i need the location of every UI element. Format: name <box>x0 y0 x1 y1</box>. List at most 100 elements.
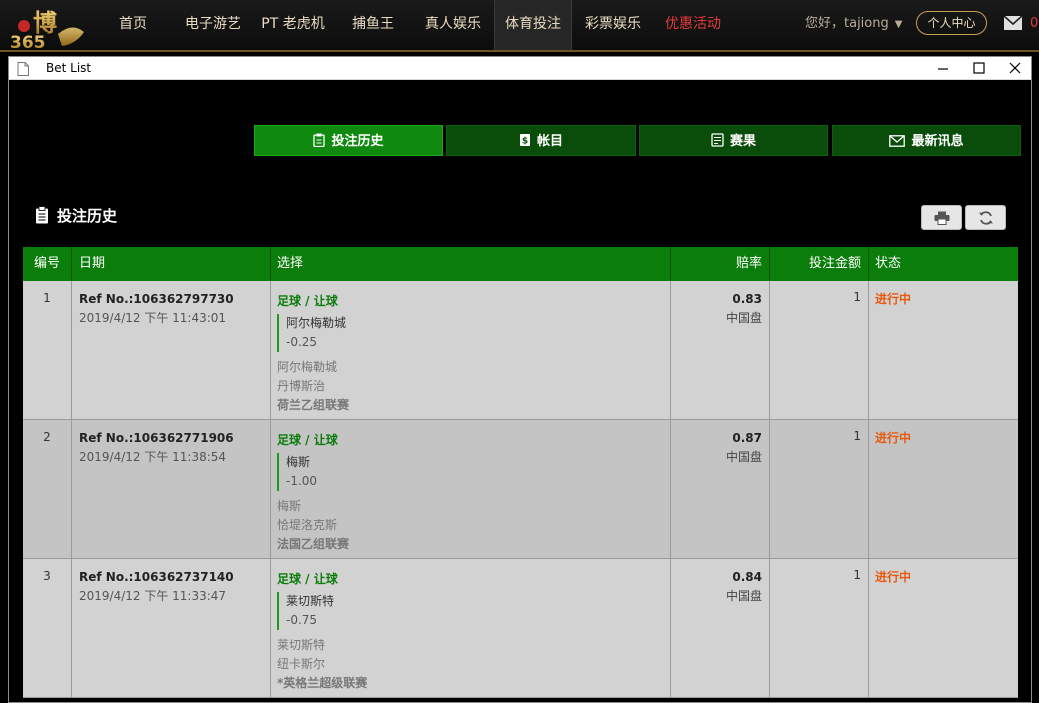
sport-type: 足球 / 让球 <box>277 433 338 447</box>
results-icon <box>711 133 724 147</box>
nav-egames[interactable]: 电子游艺 <box>180 0 246 50</box>
status-badge: 进行中 <box>875 570 912 584</box>
clipboard-icon <box>313 133 326 148</box>
logo-icon[interactable]: 博 365 <box>6 4 88 50</box>
user-greeting[interactable]: 您好，tajiong ▼ <box>805 0 902 50</box>
odds-market: 中国盘 <box>725 311 762 325</box>
bet-amount: 1 <box>770 559 869 698</box>
odds-cell: 0.87 中国盘 <box>671 420 770 559</box>
odds-value: 0.83 <box>732 292 762 306</box>
mail-count: 0 <box>1030 16 1039 31</box>
pick-team: 梅斯 <box>286 455 311 469</box>
league-name: 法国乙组联赛 <box>277 537 350 551</box>
tab-results[interactable]: 赛果 <box>639 125 828 156</box>
bet-number: 2 <box>23 420 72 559</box>
table-row: 1 Ref No.:106362797730 2019/4/12 下午 11:4… <box>23 281 1018 420</box>
pick-block: 阿尔梅勒城 -0.25 <box>277 314 670 352</box>
home-team: 阿尔梅勒城 <box>277 360 338 374</box>
status-badge: 进行中 <box>875 292 912 306</box>
print-icon <box>934 211 950 225</box>
nav-promotions[interactable]: 优惠活动 <box>658 0 728 50</box>
status-cell: 进行中 <box>869 559 1018 698</box>
pick-block: 莱切斯特 -0.75 <box>277 592 670 630</box>
league-name: *英格兰超级联赛 <box>277 676 368 690</box>
window-titlebar[interactable]: Bet List <box>9 57 1031 80</box>
status-badge: 进行中 <box>875 431 912 445</box>
handicap: -0.75 <box>286 613 318 627</box>
home-team: 莱切斯特 <box>277 638 326 652</box>
nav-pt-slots[interactable]: PT 老虎机 <box>255 0 331 50</box>
col-status: 状态 <box>875 256 902 271</box>
sport-type: 足球 / 让球 <box>277 572 338 586</box>
bet-list-window: Bet List 投注历史 $ 帐目 赛果 最新讯息 投注历史 编号 日期 选择… <box>8 56 1032 703</box>
odds-market: 中国盘 <box>725 450 762 464</box>
greeting-text: 您好，tajiong <box>805 16 889 31</box>
selection-cell: 足球 / 让球 阿尔梅勒城 -0.25 阿尔梅勒城 丹博斯治 荷兰乙组联赛 <box>271 281 671 420</box>
tab-label: 投注历史 <box>331 134 384 149</box>
col-number: 编号 <box>23 247 72 281</box>
sport-type: 足球 / 让球 <box>277 294 338 308</box>
status-cell: 进行中 <box>869 420 1018 559</box>
bet-number: 1 <box>23 281 72 420</box>
table-row: 3 Ref No.:106362737140 2019/4/12 下午 11:3… <box>23 559 1018 698</box>
svg-text:$: $ <box>522 137 528 147</box>
ref-number: Ref No.:106362771906 <box>79 431 234 445</box>
nav-live-casino[interactable]: 真人娱乐 <box>418 0 488 50</box>
bet-amount: 1 <box>770 420 869 559</box>
odds-cell: 0.84 中国盘 <box>671 559 770 698</box>
tab-news[interactable]: 最新讯息 <box>832 125 1021 156</box>
status-cell: 进行中 <box>869 281 1018 420</box>
refresh-button[interactable] <box>965 205 1006 230</box>
table-header: 编号 日期 选择 赔率 投注金额 状态 <box>23 247 1018 281</box>
section-title-text: 投注历史 <box>57 207 118 225</box>
bet-table: 编号 日期 选择 赔率 投注金额 状态 1 Ref No.:1063627977… <box>23 247 1018 698</box>
ref-number: Ref No.:106362797730 <box>79 292 234 306</box>
away-team: 丹博斯治 <box>277 379 326 393</box>
chevron-down-icon: ▼ <box>894 19 903 30</box>
document-icon <box>17 62 29 76</box>
user-center-button[interactable]: 个人中心 <box>916 11 987 35</box>
bet-datetime: 2019/4/12 下午 11:33:47 <box>79 589 227 603</box>
selection-cell: 足球 / 让球 莱切斯特 -0.75 莱切斯特 纽卡斯尔 *英格兰超级联赛 <box>271 559 671 698</box>
away-team: 纽卡斯尔 <box>277 657 326 671</box>
tab-label: 赛果 <box>729 134 756 149</box>
col-odds: 赔率 <box>671 247 770 281</box>
print-button[interactable] <box>921 205 962 230</box>
refresh-icon <box>979 211 993 225</box>
maximize-icon[interactable] <box>963 57 995 80</box>
bet-datetime: 2019/4/12 下午 11:38:54 <box>79 450 227 464</box>
handicap: -1.00 <box>286 474 318 488</box>
minimize-icon[interactable] <box>927 57 959 80</box>
pick-team: 莱切斯特 <box>286 594 335 608</box>
pick-block: 梅斯 -1.00 <box>277 453 670 491</box>
tab-label: 帐目 <box>536 134 563 149</box>
ledger-icon: $ <box>519 134 530 147</box>
odds-market: 中国盘 <box>725 589 762 603</box>
mail-icon[interactable] <box>1003 15 1023 31</box>
bet-date-cell: Ref No.:106362771906 2019/4/12 下午 11:38:… <box>72 420 271 559</box>
section-title: 投注历史 <box>35 206 117 226</box>
site-navbar: 博 365 首页 电子游艺 PT 老虎机 捕鱼王 真人娱乐 体育投注 彩票娱乐 … <box>0 0 1039 52</box>
col-selection: 选择 <box>271 247 671 281</box>
odds-cell: 0.83 中国盘 <box>671 281 770 420</box>
league-name: 荷兰乙组联赛 <box>277 398 350 412</box>
nav-lottery[interactable]: 彩票娱乐 <box>578 0 648 50</box>
tab-bet-history[interactable]: 投注历史 <box>254 125 443 156</box>
table-row: 2 Ref No.:106362771906 2019/4/12 下午 11:3… <box>23 420 1018 559</box>
nav-home[interactable]: 首页 <box>108 0 158 50</box>
nav-sports[interactable]: 体育投注 <box>494 0 572 50</box>
svg-text:365: 365 <box>10 33 46 50</box>
bet-date-cell: Ref No.:106362737140 2019/4/12 下午 11:33:… <box>72 559 271 698</box>
nav-fishing[interactable]: 捕鱼王 <box>345 0 401 50</box>
bet-amount: 1 <box>770 281 869 420</box>
clipboard-icon <box>36 206 48 224</box>
bet-date-cell: Ref No.:106362797730 2019/4/12 下午 11:43:… <box>72 281 271 420</box>
home-team: 梅斯 <box>277 499 302 513</box>
selection-cell: 足球 / 让球 梅斯 -1.00 梅斯 恰堤洛克斯 法国乙组联赛 <box>271 420 671 559</box>
ref-number: Ref No.:106362737140 <box>79 570 234 584</box>
tab-account[interactable]: $ 帐目 <box>446 125 636 156</box>
tab-label: 最新讯息 <box>911 134 964 149</box>
envelope-icon <box>889 135 906 147</box>
close-icon[interactable] <box>999 57 1031 80</box>
away-team: 恰堤洛克斯 <box>277 518 338 532</box>
